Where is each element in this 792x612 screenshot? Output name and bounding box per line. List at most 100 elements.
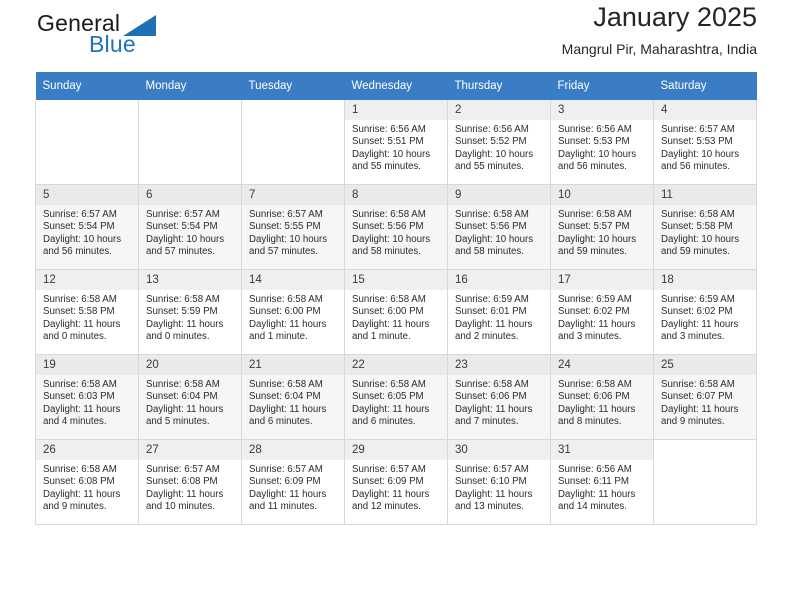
day-number: 18 [654, 270, 756, 290]
sunset-text: Sunset: 6:06 PM [455, 391, 527, 403]
daylight-text-line2: and 1 minute. [352, 330, 411, 342]
calendar-week-row: 12 Sunrise: 6:58 AM Sunset: 5:58 PM Dayligh… [35, 269, 757, 355]
calendar-day-cell[interactable]: 26 Sunrise: 6:58 AM Sunset: 6:08 PM Dayligh… [35, 439, 139, 525]
day-number: 8 [345, 185, 447, 205]
daylight-text-line2: and 4 minutes. [43, 415, 107, 427]
day-number: 29 [345, 440, 447, 460]
sunset-text: Sunset: 6:02 PM [661, 306, 733, 318]
calendar-day-cell[interactable]: 20 Sunrise: 6:58 AM Sunset: 6:04 PM Dayligh… [138, 354, 242, 440]
sunset-text: Sunset: 6:10 PM [455, 476, 527, 488]
calendar-day-cell[interactable]: 29 Sunrise: 6:57 AM Sunset: 6:09 PM Dayligh… [344, 439, 448, 525]
calendar-day-cell[interactable]: 23 Sunrise: 6:58 AM Sunset: 6:06 PM Dayligh… [447, 354, 551, 440]
calendar-week-row: 5 Sunrise: 6:57 AM Sunset: 5:54 PM Daylight… [35, 184, 757, 270]
brand-logo[interactable]: General Blue [35, 10, 245, 66]
calendar-day-cell[interactable]: 28 Sunrise: 6:57 AM Sunset: 6:09 PM Dayligh… [241, 439, 345, 525]
calendar-day-cell[interactable]: 30 Sunrise: 6:57 AM Sunset: 6:10 PM Dayligh… [447, 439, 551, 525]
day-number: 19 [36, 355, 138, 375]
sunset-text: Sunset: 6:01 PM [455, 306, 527, 318]
daylight-text-line2: and 59 minutes. [661, 245, 730, 257]
day-number: 7 [242, 185, 344, 205]
sunrise-text: Sunrise: 6:58 AM [558, 209, 632, 220]
sunrise-text: Sunrise: 6:57 AM [455, 464, 529, 475]
daylight-text-line1: Daylight: 11 hours [455, 318, 533, 330]
day-number: 11 [654, 185, 756, 205]
day-details: Sunrise: 6:57 AM Sunset: 5:54 PM Daylight:… [139, 205, 241, 258]
calendar-day-cell[interactable]: 4 Sunrise: 6:57 AM Sunset: 5:53 PM Daylight… [653, 100, 757, 185]
weekday-header-wednesday: Wednesday [344, 72, 448, 100]
sunset-text: Sunset: 6:08 PM [146, 476, 218, 488]
daylight-text-line1: Daylight: 11 hours [249, 403, 327, 415]
daylight-text-line1: Daylight: 10 hours [558, 233, 637, 245]
sunset-text: Sunset: 5:54 PM [43, 221, 115, 233]
daylight-text-line2: and 55 minutes. [352, 160, 421, 172]
sunrise-text: Sunrise: 6:57 AM [249, 464, 323, 475]
daylight-text-line1: Daylight: 10 hours [249, 233, 328, 245]
calendar-day-cell[interactable]: 17 Sunrise: 6:59 AM Sunset: 6:02 PM Dayligh… [550, 269, 654, 355]
calendar-day-cell[interactable]: 14 Sunrise: 6:58 AM Sunset: 6:00 PM Dayligh… [241, 269, 345, 355]
day-details: Sunrise: 6:58 AM Sunset: 6:04 PM Daylight:… [242, 375, 344, 428]
sunset-text: Sunset: 6:07 PM [661, 391, 733, 403]
calendar-day-cell[interactable]: 27 Sunrise: 6:57 AM Sunset: 6:08 PM Dayligh… [138, 439, 242, 525]
day-number: 6 [139, 185, 241, 205]
daylight-text-line1: Daylight: 11 hours [352, 318, 430, 330]
daylight-text-line1: Daylight: 10 hours [43, 233, 122, 245]
sunrise-text: Sunrise: 6:57 AM [249, 209, 323, 220]
calendar-day-cell[interactable]: 18 Sunrise: 6:59 AM Sunset: 6:02 PM Dayligh… [653, 269, 757, 355]
daylight-text-line1: Daylight: 10 hours [661, 148, 740, 160]
daylight-text-line1: Daylight: 10 hours [455, 148, 534, 160]
calendar-day-cell[interactable]: 22 Sunrise: 6:58 AM Sunset: 6:05 PM Dayligh… [344, 354, 448, 440]
day-number: 1 [345, 100, 447, 120]
calendar-day-cell[interactable]: 2 Sunrise: 6:56 AM Sunset: 5:52 PM Daylight… [447, 100, 551, 185]
calendar-week-row: 26 Sunrise: 6:58 AM Sunset: 6:08 PM Dayligh… [35, 439, 757, 525]
calendar-day-cell[interactable]: 6 Sunrise: 6:57 AM Sunset: 5:54 PM Daylight… [138, 184, 242, 270]
weekday-header-friday: Friday [550, 72, 654, 100]
daylight-text-line1: Daylight: 10 hours [352, 148, 431, 160]
daylight-text-line1: Daylight: 10 hours [558, 148, 637, 160]
calendar-day-cell[interactable]: 13 Sunrise: 6:58 AM Sunset: 5:59 PM Dayligh… [138, 269, 242, 355]
weekday-header-sunday: Sunday [35, 72, 139, 100]
sunrise-text: Sunrise: 6:57 AM [146, 464, 220, 475]
daylight-text-line2: and 56 minutes. [558, 160, 627, 172]
daylight-text-line2: and 57 minutes. [146, 245, 215, 257]
calendar-day-cell[interactable]: 19 Sunrise: 6:58 AM Sunset: 6:03 PM Dayligh… [35, 354, 139, 440]
day-number: 5 [36, 185, 138, 205]
daylight-text-line2: and 9 minutes. [43, 500, 107, 512]
sunrise-text: Sunrise: 6:58 AM [249, 294, 323, 305]
calendar-day-cell[interactable]: 12 Sunrise: 6:58 AM Sunset: 5:58 PM Dayligh… [35, 269, 139, 355]
day-details: Sunrise: 6:57 AM Sunset: 6:09 PM Daylight:… [242, 460, 344, 513]
sunset-text: Sunset: 5:57 PM [558, 221, 630, 233]
sunrise-text: Sunrise: 6:57 AM [43, 209, 117, 220]
day-details: Sunrise: 6:58 AM Sunset: 5:56 PM Daylight:… [448, 205, 550, 258]
title-block: January 2025 Mangrul Pir, Maharashtra, I… [562, 0, 757, 60]
sunrise-text: Sunrise: 6:59 AM [455, 294, 529, 305]
calendar-day-cell[interactable]: 9 Sunrise: 6:58 AM Sunset: 5:56 PM Daylight… [447, 184, 551, 270]
sunset-text: Sunset: 6:03 PM [43, 391, 115, 403]
calendar-day-cell[interactable]: 1 Sunrise: 6:56 AM Sunset: 5:51 PM Daylight… [344, 100, 448, 185]
sunset-text: Sunset: 5:51 PM [352, 136, 424, 148]
calendar-day-cell[interactable]: 15 Sunrise: 6:58 AM Sunset: 6:00 PM Dayligh… [344, 269, 448, 355]
calendar-week-row: 1 Sunrise: 6:56 AM Sunset: 5:51 PM Daylight… [35, 100, 757, 185]
day-number: 12 [36, 270, 138, 290]
calendar-day-cell[interactable]: 8 Sunrise: 6:58 AM Sunset: 5:56 PM Daylight… [344, 184, 448, 270]
day-details: Sunrise: 6:58 AM Sunset: 5:56 PM Daylight:… [345, 205, 447, 258]
day-details: Sunrise: 6:58 AM Sunset: 6:04 PM Daylight:… [139, 375, 241, 428]
calendar-day-cell[interactable]: 11 Sunrise: 6:58 AM Sunset: 5:58 PM Dayligh… [653, 184, 757, 270]
day-details: Sunrise: 6:59 AM Sunset: 6:02 PM Daylight:… [551, 290, 653, 343]
calendar-day-cell[interactable]: 7 Sunrise: 6:57 AM Sunset: 5:55 PM Daylight… [241, 184, 345, 270]
calendar-day-cell[interactable]: 25 Sunrise: 6:58 AM Sunset: 6:07 PM Dayligh… [653, 354, 757, 440]
calendar-day-cell[interactable]: 21 Sunrise: 6:58 AM Sunset: 6:04 PM Dayligh… [241, 354, 345, 440]
sunset-text: Sunset: 6:02 PM [558, 306, 630, 318]
daylight-text-line2: and 12 minutes. [352, 500, 421, 512]
sunset-text: Sunset: 5:55 PM [249, 221, 321, 233]
daylight-text-line1: Daylight: 11 hours [661, 403, 739, 415]
sunrise-text: Sunrise: 6:58 AM [352, 379, 426, 390]
calendar-day-cell[interactable]: 3 Sunrise: 6:56 AM Sunset: 5:53 PM Daylight… [550, 100, 654, 185]
daylight-text-line2: and 5 minutes. [146, 415, 210, 427]
calendar-day-cell[interactable]: 16 Sunrise: 6:59 AM Sunset: 6:01 PM Dayligh… [447, 269, 551, 355]
calendar-cell-empty [653, 439, 757, 525]
sunrise-text: Sunrise: 6:58 AM [43, 294, 117, 305]
calendar-day-cell[interactable]: 10 Sunrise: 6:58 AM Sunset: 5:57 PM Dayligh… [550, 184, 654, 270]
calendar-day-cell[interactable]: 31 Sunrise: 6:56 AM Sunset: 6:11 PM Dayligh… [550, 439, 654, 525]
calendar-day-cell[interactable]: 24 Sunrise: 6:58 AM Sunset: 6:06 PM Dayligh… [550, 354, 654, 440]
calendar-day-cell[interactable]: 5 Sunrise: 6:57 AM Sunset: 5:54 PM Daylight… [35, 184, 139, 270]
